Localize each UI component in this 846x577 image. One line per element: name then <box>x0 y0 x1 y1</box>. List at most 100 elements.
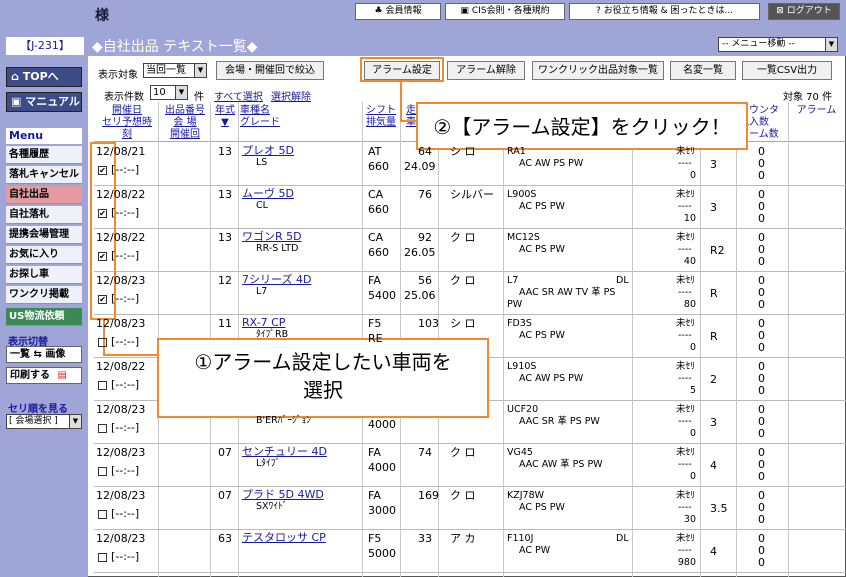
member-info-button[interactable]: ♣ 会員情報 <box>355 3 441 20</box>
chevron-down-icon: ▼ <box>825 38 837 51</box>
row-mileage-sub: 26.05 <box>404 246 436 259</box>
sidebar-item-search-car[interactable]: お探し車 <box>6 266 82 284</box>
row-time: [--:--] <box>111 335 140 348</box>
col-number-line3: 開催回 <box>170 129 200 140</box>
row-grade: Lﾀｲﾌﾟ <box>256 458 281 469</box>
sidebar-item-history[interactable]: 各種履歴 <box>6 146 82 164</box>
row-score: 3 <box>710 416 717 429</box>
sidebar-item-own-win[interactable]: 自社落札 <box>6 206 82 224</box>
count-value: 10 <box>153 87 166 98</box>
row-select-checkbox[interactable]: [--:--] <box>98 421 139 434</box>
sidebar-item-own-listing[interactable]: 自社出品 <box>6 186 82 204</box>
venue-select[interactable]: [ 会場選択 ] ▼ <box>6 414 82 429</box>
col-date[interactable]: 開催日 セリ予想時刻 <box>98 105 156 141</box>
sidebar-item-us-logistics[interactable]: US物流依頼 <box>6 308 82 326</box>
manual-button[interactable]: ▣ マニュアル <box>6 92 82 112</box>
row-date: 12/08/22 <box>96 231 146 244</box>
row-date: 12/08/23 <box>96 317 146 330</box>
useful-info-button[interactable]: ? お役立ち情報 & 困ったときは... <box>569 3 760 20</box>
col-year[interactable]: 年式 ▼ <box>212 105 238 129</box>
row-select-checkbox[interactable]: ✔ [--:--] <box>98 163 139 176</box>
name-change-button[interactable]: 名変一覧 <box>670 61 736 80</box>
row-mileage-sub: 24.09 <box>404 160 436 173</box>
row-mileage: 33 <box>418 532 432 545</box>
row-date: 12/08/23 <box>96 532 146 545</box>
leader-line <box>103 354 159 356</box>
row-count-3: 0 <box>758 255 765 268</box>
row-select-checkbox[interactable]: [--:--] <box>98 507 139 520</box>
row-select-checkbox[interactable]: [--:--] <box>98 378 139 391</box>
row-year: 07 <box>218 446 232 459</box>
row-count-3: 0 <box>758 470 765 483</box>
row-mileage: 56 <box>418 274 432 287</box>
alarm-set-highlight <box>360 57 444 82</box>
row-shift: F5 <box>368 532 382 545</box>
row-car-link[interactable]: 7シリーズ 4D <box>242 273 311 286</box>
row-time: [--:--] <box>111 292 140 305</box>
display-target-value: 当回一覧 <box>146 65 186 76</box>
cis-rules-button[interactable]: ▣ CIS会則・各種規約 <box>445 3 565 20</box>
row-count-3: 0 <box>758 212 765 225</box>
row-shift: FA <box>368 446 381 459</box>
row-equipment-2: PW <box>507 299 523 310</box>
manual-button-label: マニュアル <box>25 95 80 108</box>
col-car-line2: グレード <box>240 117 280 128</box>
sidebar-item-favorites[interactable]: お気に入り <box>6 246 82 264</box>
print-button-label: 印刷する <box>10 370 50 381</box>
row-car-link[interactable]: プレオ 5D <box>242 144 294 157</box>
row-mileage: 103 <box>418 317 439 330</box>
count-select[interactable]: 10 ▼ <box>150 85 188 100</box>
leader-line <box>400 82 402 122</box>
top-button[interactable]: ⌂ TOPへ <box>6 67 82 87</box>
row-mileage-sub: 25.06 <box>404 289 436 302</box>
logout-button[interactable]: ⊠ ログアウト <box>768 3 840 20</box>
select-all-link[interactable]: すべて選択 <box>214 88 263 103</box>
row-displacement: 4000 <box>368 461 396 474</box>
document-icon: ▣ <box>460 6 469 16</box>
col-alarm: アラーム <box>796 105 837 116</box>
print-button[interactable]: 印刷する ▤ <box>6 367 82 384</box>
row-car-link[interactable]: テスタロッサ CP <box>242 531 326 544</box>
row-year: 13 <box>218 188 232 201</box>
row-car-link[interactable]: ムーヴ 5D <box>242 187 294 200</box>
list-image-toggle[interactable]: 一覧 ⇆ 画像 <box>6 346 82 363</box>
row-score: R <box>710 287 718 300</box>
display-target-select[interactable]: 当回一覧 ▼ <box>143 63 207 78</box>
oneclick-list-button[interactable]: ワンクリック出品対象一覧 <box>532 61 664 80</box>
menu-move-value: -- メニュー移動 -- <box>722 39 795 49</box>
row-shift: AT <box>368 145 382 158</box>
menu-move-select[interactable]: -- メニュー移動 -- ▼ <box>718 37 838 52</box>
row-status-value: 40 <box>683 256 696 267</box>
row-grade: CL <box>256 200 268 211</box>
row-select-checkbox[interactable]: [--:--] <box>98 335 139 348</box>
cis-rules-label: CIS会則・各種規約 <box>471 6 550 16</box>
row-car-link[interactable]: センチュリー 4D <box>242 445 327 458</box>
row-time: [--:--] <box>111 206 140 219</box>
row-shift: CA <box>368 188 384 201</box>
row-count-3: 0 <box>758 341 765 354</box>
row-count-3: 0 <box>758 384 765 397</box>
step1-callout: ①アラーム設定したい車両を選択 <box>157 338 489 418</box>
sidebar-item-cancel[interactable]: 落札キャンセル <box>6 166 82 184</box>
row-select-checkbox[interactable]: ✔ [--:--] <box>98 249 139 262</box>
col-car[interactable]: 車種名 グレード <box>240 105 290 129</box>
col-shift[interactable]: シフト 排気量 <box>364 105 398 129</box>
sidebar-item-partner-venue[interactable]: 提携会場管理 <box>6 226 82 244</box>
deselect-link[interactable]: 選択解除 <box>271 88 311 103</box>
row-select-checkbox[interactable]: [--:--] <box>98 464 139 477</box>
row-color: ク ロ <box>450 446 476 459</box>
row-shift: FA <box>368 489 381 502</box>
row-select-checkbox[interactable]: [--:--] <box>98 550 139 563</box>
csv-export-button[interactable]: 一覧CSV出力 <box>742 61 832 80</box>
alarm-release-button[interactable]: アラーム解除 <box>447 61 525 80</box>
row-date: 12/08/23 <box>96 446 146 459</box>
row-grade: B'ERﾊﾞｰｼﾞｮﾝ <box>256 415 311 426</box>
row-select-checkbox[interactable]: ✔ [--:--] <box>98 292 139 305</box>
row-select-checkbox[interactable]: ✔ [--:--] <box>98 206 139 219</box>
sidebar-item-oneclick[interactable]: ワンクリ掲載 <box>6 286 82 304</box>
venue-filter-button[interactable]: 会場・開催回で絞込 <box>216 61 324 80</box>
col-date-line2: セリ予想時刻 <box>102 117 152 140</box>
member-info-label: 会員情報 <box>385 6 422 16</box>
col-number[interactable]: 出品番号 会 場 開催回 <box>160 105 210 141</box>
row-score: 4 <box>710 459 717 472</box>
